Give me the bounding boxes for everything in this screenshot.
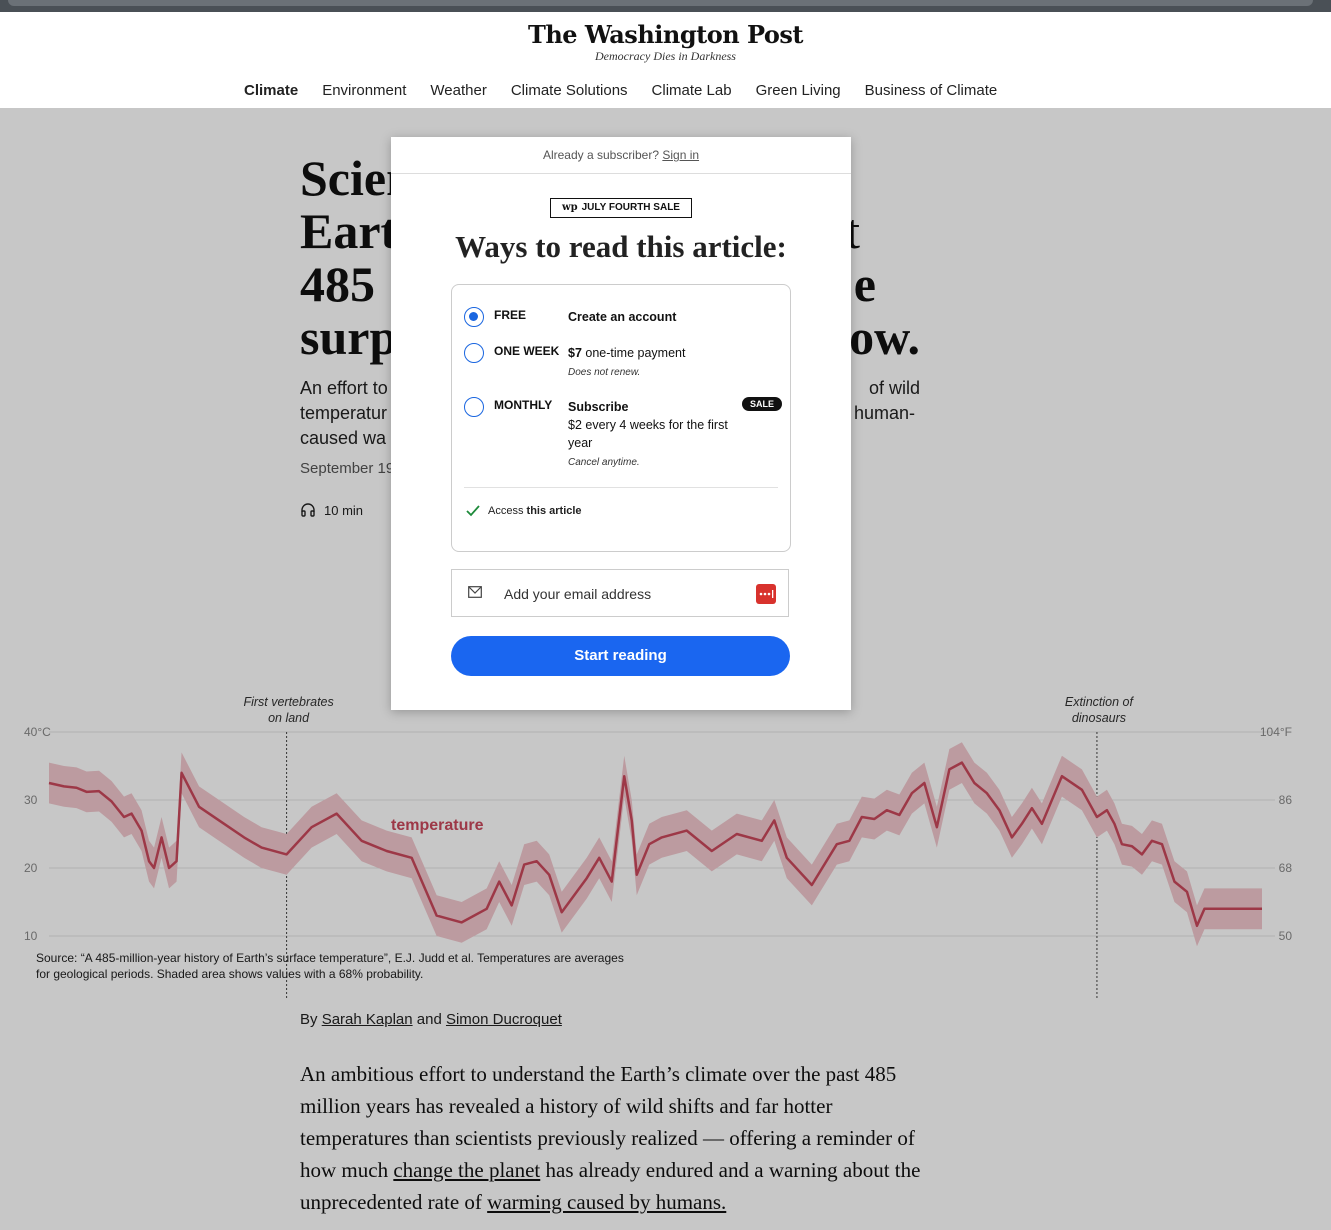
- already-subscriber-text: Already a subscriber?: [542, 148, 659, 162]
- option-one-week-desc: $7 one-time payment Does not renew.: [568, 344, 728, 382]
- headline-line-3: 485: [300, 256, 375, 312]
- headline-line-3-right: e: [853, 256, 876, 312]
- headphones-icon: [301, 503, 315, 517]
- event-label: First vertebrates: [243, 695, 333, 709]
- y-right-tick-label: 32: [1279, 997, 1293, 998]
- sale-tag: wp JULY FOURTH SALE: [550, 198, 692, 218]
- plan-options: FREE Create an account ONE WEEK $7 one-t…: [451, 284, 791, 552]
- option-free[interactable]: FREE Create an account: [464, 307, 782, 331]
- sign-in-link[interactable]: Sign in: [662, 148, 699, 162]
- modal-title: Ways to read this article:: [455, 229, 787, 264]
- option-free-title: Create an account: [568, 310, 677, 324]
- option-one-week[interactable]: ONE WEEK $7 one-time payment Does not ren…: [464, 343, 782, 383]
- paywall-modal: Already a subscriber? Sign in wp JULY FOU…: [391, 137, 851, 710]
- y-left-tick-label: 40°C: [24, 725, 51, 739]
- y-right-tick-label: 68: [1279, 861, 1293, 875]
- nav-item-environment[interactable]: Environment: [322, 82, 406, 99]
- headline-line-4-right: ow.: [849, 309, 920, 365]
- email-field[interactable]: [451, 569, 789, 618]
- nav-item-climate-solutions[interactable]: Climate Solutions: [511, 82, 628, 99]
- nav-item-business-of-climate[interactable]: Business of Climate: [865, 82, 998, 99]
- start-reading-button[interactable]: Start reading: [451, 636, 790, 676]
- dek-line-2: temperatur: [300, 403, 388, 423]
- access-text: Access this article: [488, 505, 582, 517]
- y-left-tick-label: 20: [24, 861, 38, 875]
- subscriber-signin-bar: Already a subscriber? Sign in: [391, 137, 851, 174]
- y-right-tick-label: 50: [1279, 929, 1293, 943]
- event-label: dinosaurs: [1072, 711, 1126, 725]
- radio-free[interactable]: [464, 307, 484, 327]
- option-monthly-price: $2 every 4 weeks for the first year: [568, 418, 728, 450]
- author-link-sarah-kaplan[interactable]: Sarah Kaplan: [322, 1011, 413, 1028]
- headline-line-2: Eart: [300, 203, 398, 259]
- sale-tag-text: JULY FOURTH SALE: [581, 202, 680, 213]
- confidence-band: [49, 742, 1262, 947]
- byline-prefix: By: [300, 1011, 318, 1028]
- email-input[interactable]: [502, 570, 746, 618]
- event-label: on land: [268, 711, 310, 725]
- option-monthly-name: MONTHLY: [494, 398, 553, 412]
- site-tagline: Democracy Dies in Darkness: [595, 49, 736, 63]
- browser-top-strip-inner: [8, 0, 1313, 6]
- y-left-tick-label: 30: [24, 793, 38, 807]
- nav-item-climate[interactable]: Climate: [244, 82, 298, 99]
- dek-line-1-right: of wild: [868, 378, 920, 398]
- link-warming-caused-by-humans[interactable]: warming caused by humans.: [487, 1190, 726, 1214]
- listen-time: 10 min: [324, 502, 364, 518]
- radio-monthly[interactable]: [464, 397, 484, 417]
- dek-line-2-right: human-: [853, 403, 915, 423]
- masthead: The Washington Post Democracy Dies in Da…: [0, 12, 1331, 73]
- sale-badge: SALE: [741, 397, 782, 411]
- listen-button[interactable]: 10 min: [300, 502, 363, 518]
- password-manager-icon[interactable]: [756, 584, 776, 604]
- wp-logo-icon: wp: [562, 202, 578, 213]
- dek-line-3: caused wa: [300, 428, 387, 448]
- headline-line-4: surp: [300, 309, 398, 365]
- option-one-week-price: $7: [568, 346, 582, 360]
- options-divider: [464, 487, 778, 488]
- section-nav: Climate Environment Weather Climate Solu…: [0, 72, 1331, 109]
- checkmark-icon: [466, 505, 480, 517]
- option-monthly-title: Subscribe: [568, 400, 629, 414]
- byline: By Sarah Kaplan and Simon Ducroquet: [300, 1011, 562, 1028]
- mail-icon: [468, 586, 482, 598]
- option-monthly-desc: Subscribe $2 every 4 weeks for the first …: [568, 398, 728, 472]
- access-label: Access: [488, 505, 524, 517]
- article-paragraph: An ambitious effort to understand the Ea…: [300, 1058, 940, 1218]
- option-one-week-name: ONE WEEK: [494, 344, 560, 358]
- radio-one-week[interactable]: [464, 343, 484, 363]
- option-monthly-note: Cancel anytime.: [568, 457, 640, 468]
- chart-source-note: Source: “A 485-million-year history of E…: [36, 951, 624, 981]
- option-free-name: FREE: [494, 308, 527, 322]
- option-one-week-note: Does not renew.: [568, 367, 641, 378]
- publish-date: September 19: [300, 460, 395, 477]
- option-monthly[interactable]: MONTHLY Subscribe $2 every 4 weeks for th…: [464, 397, 782, 477]
- site-logo[interactable]: The Washington Post: [0, 20, 1331, 49]
- y-right-tick-label: 104°F: [1260, 725, 1292, 739]
- dek-line-1: An effort to: [300, 378, 388, 398]
- browser-top-strip: [0, 0, 1331, 12]
- y-right-tick-label: 86: [1279, 793, 1293, 807]
- option-one-week-rest: one-time payment: [585, 346, 686, 360]
- nav-item-green-living[interactable]: Green Living: [756, 82, 841, 99]
- access-row: Access this article: [466, 505, 582, 517]
- y-left-tick-label: 10: [24, 929, 38, 943]
- series-label: temperature: [391, 817, 484, 834]
- option-free-desc: Create an account: [568, 308, 728, 326]
- password-dots-icon: [759, 590, 774, 598]
- author-link-simon-ducroquet[interactable]: Simon Ducroquet: [446, 1011, 562, 1028]
- nav-item-climate-lab[interactable]: Climate Lab: [652, 82, 732, 99]
- access-bold: this article: [526, 505, 582, 517]
- event-label: Extinction of: [1065, 695, 1135, 709]
- byline-and: and: [416, 1011, 442, 1028]
- nav-item-weather[interactable]: Weather: [430, 82, 486, 99]
- link-change-the-planet[interactable]: change the planet: [393, 1158, 540, 1182]
- y-left-tick-label: 0: [24, 997, 31, 998]
